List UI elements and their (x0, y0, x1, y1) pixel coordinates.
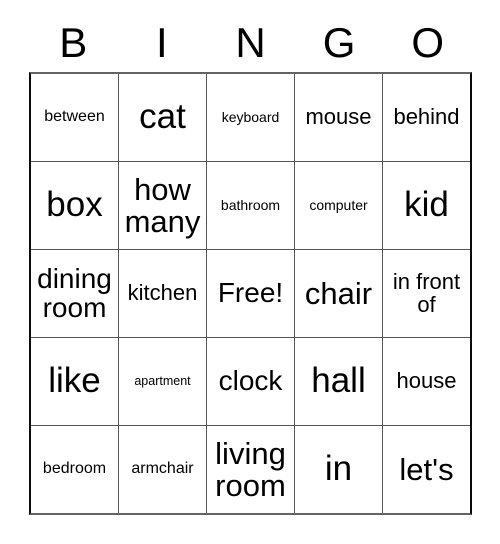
bingo-cell-o5[interactable]: let's (382, 426, 470, 513)
bingo-cell-g4[interactable]: hall (294, 338, 382, 425)
bingo-header-letter-i: I (156, 19, 168, 66)
bingo-cell-label: hall (311, 361, 366, 401)
bingo-row: dining room kitchen Free! chair in front… (31, 249, 470, 337)
bingo-cell-label: apartment (134, 374, 191, 389)
bingo-cell-o2[interactable]: kid (382, 162, 470, 249)
bingo-cell-free-space[interactable]: Free! (206, 250, 294, 337)
bingo-cell-g2[interactable]: computer (294, 162, 382, 249)
bingo-cell-n1[interactable]: keyboard (206, 74, 294, 161)
bingo-row: like apartment clock hall house (31, 337, 470, 425)
bingo-cell-label: Free! (217, 277, 284, 309)
bingo-header-letter-b: B (59, 19, 88, 66)
bingo-row: bedroom armchair living room in let's (31, 425, 470, 513)
bingo-row: box how many bathroom computer kid (31, 161, 470, 249)
bingo-cell-o1[interactable]: behind (382, 74, 470, 161)
bingo-cell-n5[interactable]: living room (206, 426, 294, 513)
bingo-cell-label: how many (124, 171, 201, 239)
bingo-cell-label: house (396, 368, 457, 394)
bingo-header-letter-g: G (322, 19, 356, 66)
bingo-cell-label: kid (404, 185, 449, 225)
bingo-cell-i3[interactable]: kitchen (118, 250, 206, 337)
bingo-cell-n2[interactable]: bathroom (206, 162, 294, 249)
bingo-grid: between cat keyboard mouse behind box ho… (29, 72, 472, 515)
bingo-cell-label: behind (393, 104, 460, 130)
bingo-cell-label: box (46, 185, 103, 225)
bingo-header-letter-o: O (411, 19, 444, 66)
bingo-cell-i1[interactable]: cat (118, 74, 206, 161)
bingo-header-letter-n: N (235, 19, 266, 66)
bingo-cell-label: in front of (392, 268, 461, 317)
bingo-cell-label: let's (399, 451, 454, 487)
bingo-cell-g1[interactable]: mouse (294, 74, 382, 161)
bingo-cell-label: bedroom (42, 460, 107, 478)
bingo-cell-label: keyboard (221, 109, 280, 126)
bingo-cell-b2[interactable]: box (31, 162, 118, 249)
bingo-cell-o4[interactable]: house (382, 338, 470, 425)
bingo-cell-b5[interactable]: bedroom (31, 426, 118, 513)
bingo-row: between cat keyboard mouse behind (31, 74, 470, 161)
bingo-cell-i4[interactable]: apartment (118, 338, 206, 425)
bingo-cell-b3[interactable]: dining room (31, 250, 118, 337)
bingo-header-row: B I N G O (29, 18, 472, 68)
bingo-cell-label: in (324, 449, 353, 489)
bingo-cell-g3[interactable]: chair (294, 250, 382, 337)
bingo-cell-label: like (48, 361, 101, 401)
bingo-cell-n4[interactable]: clock (206, 338, 294, 425)
bingo-cell-label: bathroom (220, 197, 281, 214)
bingo-cell-label: dining room (37, 262, 112, 323)
bingo-cell-label: kitchen (127, 280, 198, 306)
bingo-cell-i5[interactable]: armchair (118, 426, 206, 513)
bingo-cell-label: armchair (131, 460, 194, 478)
bingo-cell-g5[interactable]: in (294, 426, 382, 513)
bingo-cell-label: computer (309, 197, 368, 214)
bingo-cell-i2[interactable]: how many (118, 162, 206, 249)
bingo-cell-b4[interactable]: like (31, 338, 118, 425)
bingo-cell-label: living room (215, 435, 286, 503)
bingo-cell-b1[interactable]: between (31, 74, 118, 161)
bingo-card: B I N G O between cat keyboard mouse beh… (0, 0, 500, 544)
bingo-cell-label: mouse (305, 104, 372, 130)
bingo-cell-o3[interactable]: in front of (382, 250, 470, 337)
bingo-cell-label: cat (139, 97, 186, 137)
bingo-cell-label: between (44, 108, 105, 126)
bingo-cell-label: chair (304, 275, 373, 311)
bingo-cell-label: clock (218, 365, 283, 397)
